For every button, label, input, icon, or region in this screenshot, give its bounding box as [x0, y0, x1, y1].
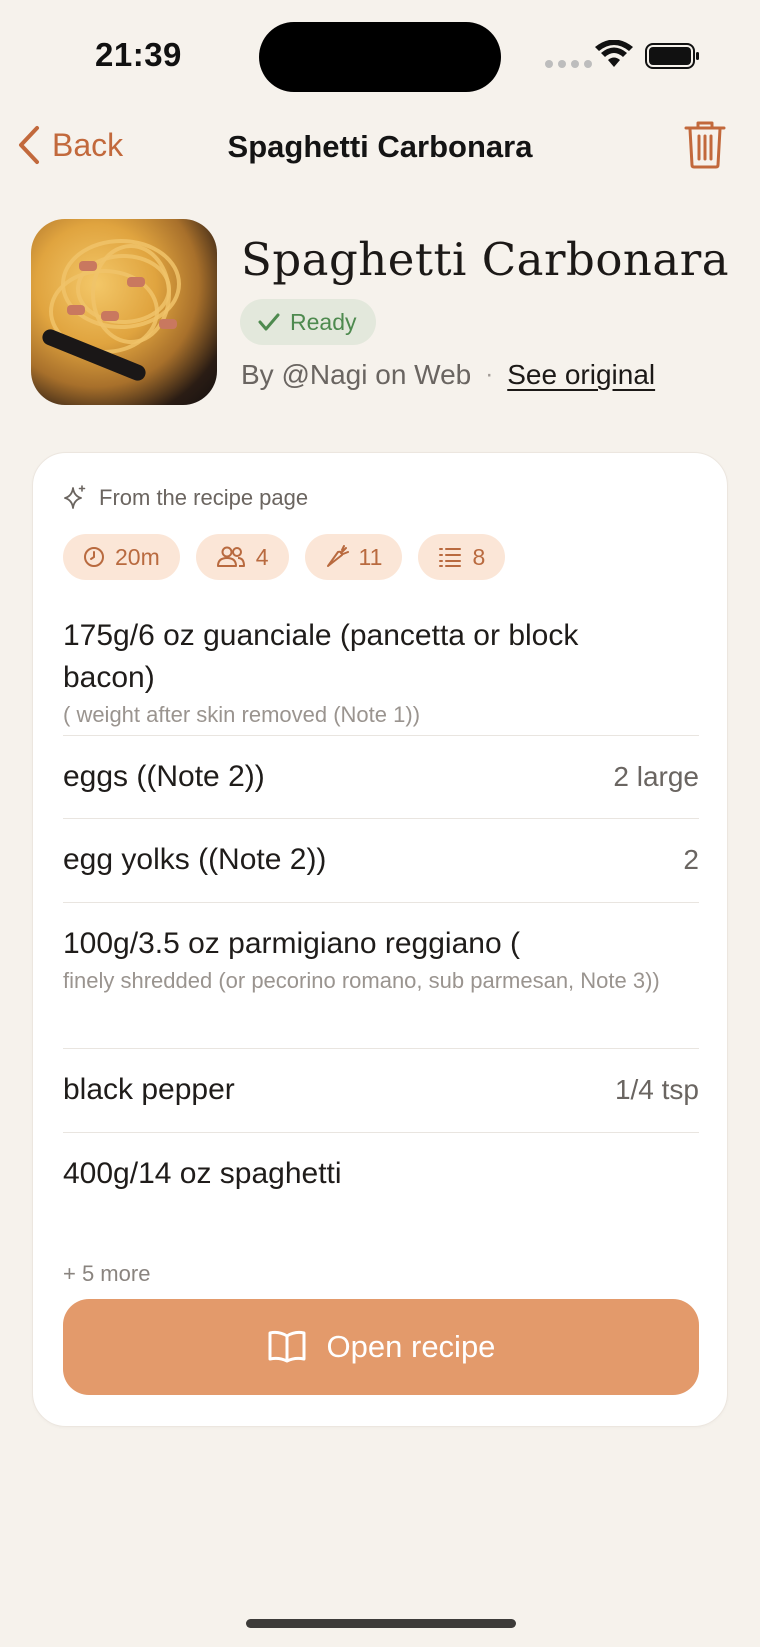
- ingredient-quantity: 2: [683, 844, 699, 875]
- ingredient-name: eggs ((Note 2)): [63, 760, 265, 793]
- recipe-thumbnail: [31, 219, 217, 405]
- recipe-stats: 20m 4 11 8: [63, 534, 506, 580]
- ingredient-row: egg yolks ((Note 2)) 2: [63, 819, 699, 903]
- steps-count-chip: 8: [418, 534, 506, 580]
- checkmark-icon: [258, 313, 280, 331]
- ingredient-name: 400g/14 oz spaghetti: [63, 1157, 342, 1190]
- open-recipe-button[interactable]: Open recipe: [63, 1299, 699, 1395]
- cellular-signal-icon: [545, 60, 592, 68]
- recipe-preview-card: From the recipe page 20m 4 11 8 175g/6 o…: [32, 452, 728, 1427]
- ingredient-row: 400g/14 oz spaghetti: [63, 1133, 699, 1217]
- byline-separator: ·: [485, 361, 494, 388]
- ingredient-list: 175g/6 oz guanciale (pancetta or block b…: [63, 600, 699, 1217]
- dynamic-island: [259, 22, 501, 92]
- ingredient-row: eggs ((Note 2)) 2 large: [63, 736, 699, 819]
- navigation-bar: Back Spaghetti Carbonara: [0, 115, 760, 179]
- source-label-row: From the recipe page: [63, 485, 308, 511]
- ingredient-row: 175g/6 oz guanciale (pancetta or block b…: [63, 600, 699, 736]
- time-chip: 20m: [63, 534, 180, 580]
- ingredient-quantity: 2 large: [613, 761, 699, 792]
- servings-chip: 4: [195, 534, 289, 580]
- ingredient-name: black pepper: [63, 1073, 235, 1106]
- battery-icon: [645, 43, 699, 69]
- wifi-icon: [595, 40, 633, 67]
- status-bar: 21:39: [0, 0, 760, 110]
- ingredients-count-chip: 11: [304, 534, 403, 580]
- more-ingredients-label: + 5 more: [63, 1261, 151, 1286]
- trash-icon: [684, 121, 726, 169]
- people-icon: [216, 546, 245, 567]
- status-badge: Ready: [240, 299, 377, 345]
- steps-count-value: 8: [472, 543, 486, 570]
- author-label: By @Nagi on Web: [241, 359, 472, 390]
- status-badge-label: Ready: [290, 308, 357, 335]
- delete-button[interactable]: [684, 121, 726, 174]
- sparkle-icon: [64, 485, 86, 509]
- see-original-link[interactable]: See original: [507, 359, 655, 391]
- list-icon: [439, 548, 462, 567]
- source-label: From the recipe page: [99, 485, 309, 510]
- recipe-byline: By @Nagi on Web · See original: [241, 359, 655, 391]
- clock-icon: [84, 547, 104, 567]
- ingredient-note: ( weight after skin removed (Note 1)): [63, 702, 421, 727]
- ingredient-name: 175g/6 oz guanciale (pancetta or block b…: [63, 619, 579, 694]
- time-value: 20m: [115, 543, 160, 570]
- servings-value: 4: [255, 543, 269, 570]
- ingredient-name: 100g/3.5 oz parmigiano reggiano (: [63, 927, 520, 960]
- ingredient-row: black pepper 1/4 tsp: [63, 1049, 699, 1133]
- nav-title: Spaghetti Carbonara: [227, 129, 533, 164]
- status-icons: [545, 40, 715, 70]
- home-indicator[interactable]: [246, 1619, 516, 1628]
- ingredient-quantity: 1/4 tsp: [614, 1074, 699, 1105]
- ingredient-note: finely shredded (or pecorino romano, sub…: [63, 968, 660, 993]
- ingredient-row: 100g/3.5 oz parmigiano reggiano ( finely…: [63, 903, 699, 1049]
- book-icon: [268, 1330, 306, 1363]
- open-recipe-label: Open recipe: [326, 1329, 496, 1364]
- recipe-header: Spaghetti Carbonara Ready By @Nagi on We…: [31, 219, 731, 409]
- ingredients-count-value: 11: [358, 543, 383, 570]
- recipe-title: Spaghetti Carbonara: [241, 233, 730, 286]
- status-time: 21:39: [95, 36, 182, 73]
- carrot-icon: [326, 545, 349, 567]
- ingredient-name: egg yolks ((Note 2)): [63, 843, 327, 876]
